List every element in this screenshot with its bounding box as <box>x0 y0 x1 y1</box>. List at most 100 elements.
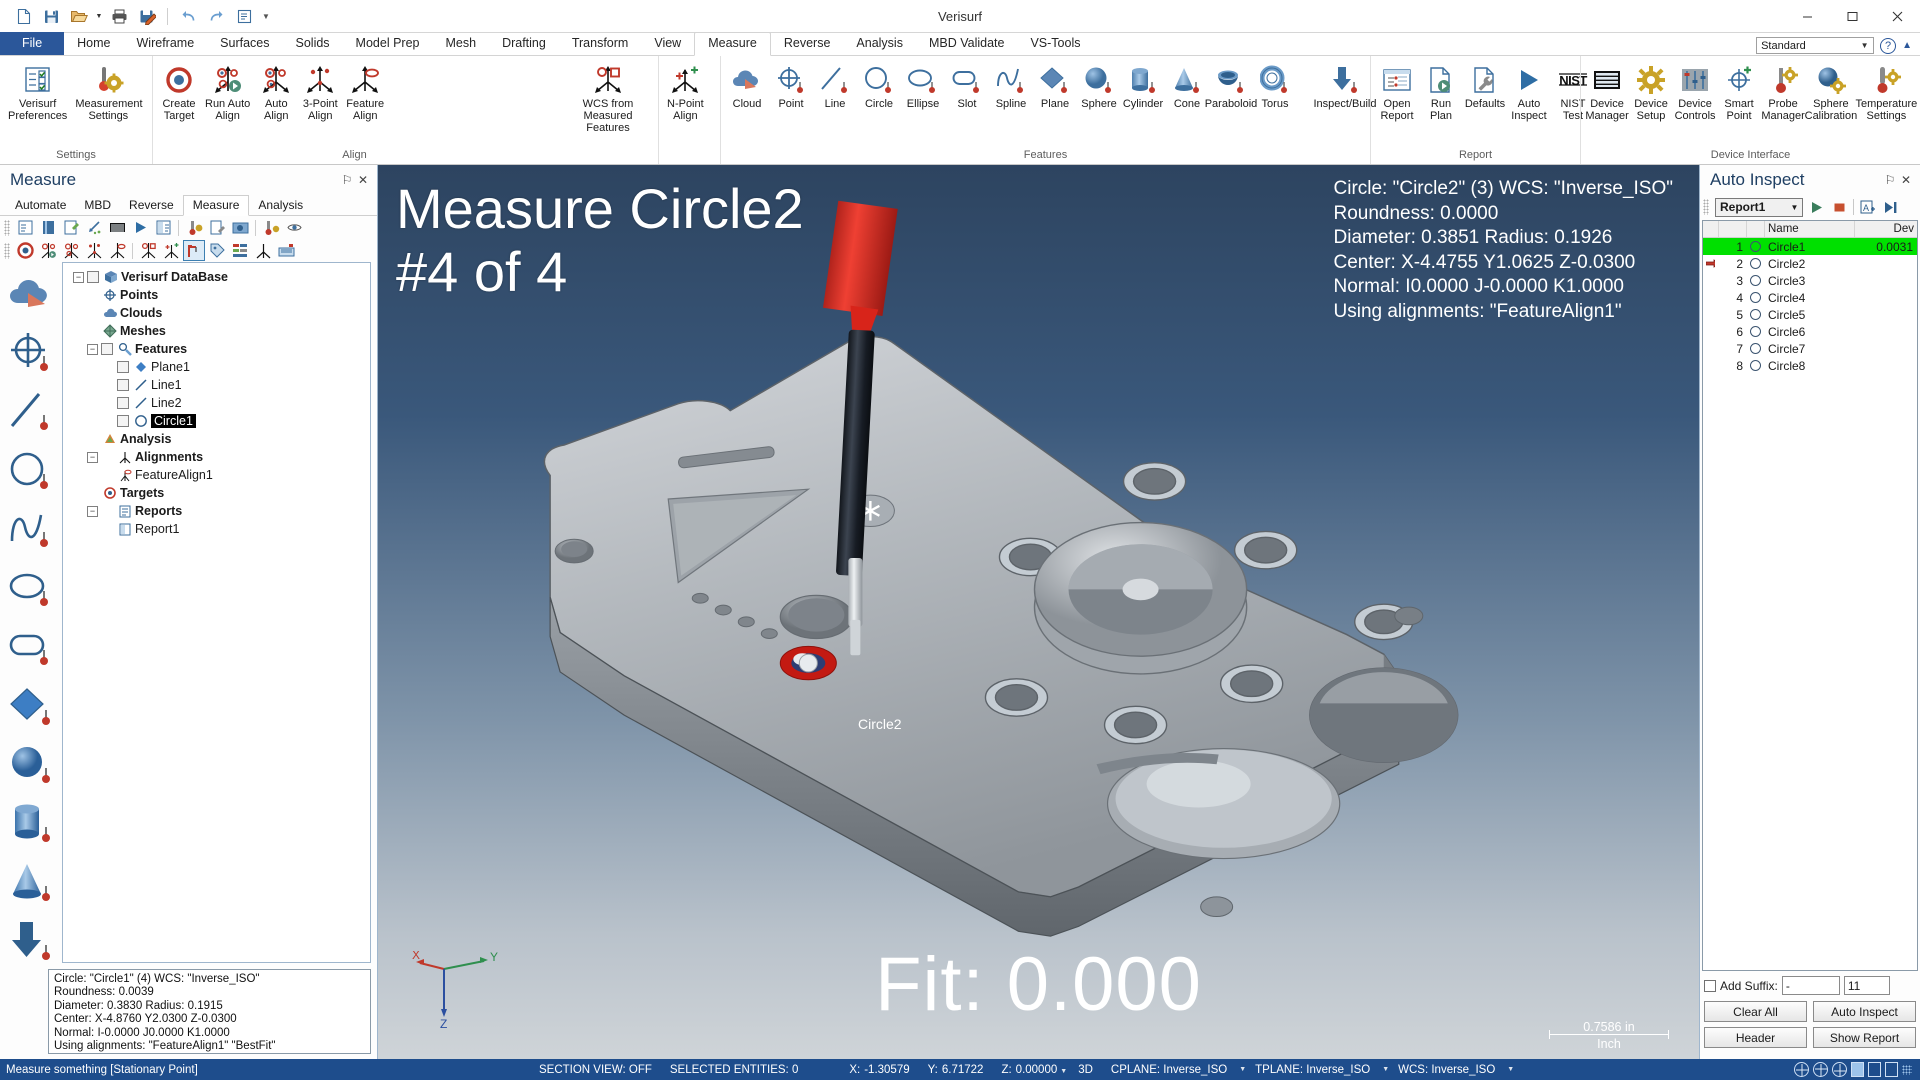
add-suffix-checkbox[interactable] <box>1704 979 1716 992</box>
table-row[interactable]: 6 Circle6 <box>1703 323 1917 340</box>
visibility-checkbox[interactable] <box>87 271 99 283</box>
tag-icon[interactable] <box>206 240 228 261</box>
minimize-button[interactable] <box>1785 0 1830 33</box>
spline-icon[interactable] <box>5 503 57 554</box>
table-row[interactable]: 5 Circle5 <box>1703 306 1917 323</box>
cloud-button[interactable]: Cloud <box>725 60 769 110</box>
target-icon[interactable] <box>14 240 36 261</box>
tree-node-analysis[interactable]: Analysis <box>65 430 370 448</box>
sphere-icon[interactable] <box>5 738 57 789</box>
view-top-icon[interactable] <box>1794 1062 1809 1077</box>
undo-icon[interactable] <box>175 4 201 28</box>
chevron-down-icon[interactable]: ▼ <box>1236 1066 1246 1073</box>
cloud-icon[interactable] <box>5 268 57 319</box>
tab-file[interactable]: File <box>0 32 65 55</box>
line-icon[interactable] <box>5 386 57 437</box>
open-report-button[interactable]: Open Report <box>1375 60 1419 122</box>
eye-icon[interactable] <box>283 217 305 238</box>
run-auto-align-icon[interactable] <box>37 240 59 261</box>
tree-node-circle1[interactable]: Circle1 <box>65 412 370 430</box>
layers-icon[interactable] <box>229 240 251 261</box>
verisurf-preferences-button[interactable]: Verisurf Preferences <box>4 60 71 122</box>
spline-button[interactable]: Spline <box>989 60 1033 110</box>
three-point-align-button[interactable]: 3-Point Align <box>298 60 342 122</box>
clear-all-button[interactable]: Clear All <box>1704 1001 1807 1022</box>
tree-node-plane1[interactable]: Plane1 <box>65 358 370 376</box>
cone-button[interactable]: Cone <box>1165 60 1209 110</box>
toolbar-grip-2[interactable] <box>4 242 10 259</box>
tab-home[interactable]: Home <box>64 33 123 55</box>
feature-align-icon[interactable] <box>106 240 128 261</box>
auto-align-icon[interactable] <box>60 240 82 261</box>
tab-surfaces[interactable]: Surfaces <box>207 33 282 55</box>
3d-viewport[interactable]: Measure Circle2 #4 of 4 Circle: "Circle2… <box>378 165 1699 1059</box>
expander-icon[interactable]: − <box>73 271 84 283</box>
tree-node-points[interactable]: Points <box>65 286 370 304</box>
add-feature-icon[interactable]: A <box>1858 197 1878 217</box>
probe-arm-icon[interactable] <box>183 240 205 261</box>
customize-qat-icon[interactable]: ▼ <box>259 4 273 28</box>
resize-grip-icon[interactable] <box>1902 1064 1912 1075</box>
table-row[interactable]: 1 Circle1 0.0031 <box>1703 238 1917 255</box>
tree-node-database[interactable]: − Verisurf DataBase <box>65 268 370 286</box>
circle-button[interactable]: Circle <box>857 60 901 110</box>
tree-node-alignments[interactable]: − Alignments <box>65 448 370 466</box>
shade-solid-icon[interactable] <box>1851 1062 1864 1077</box>
tab-measure[interactable]: Measure <box>694 32 771 56</box>
device-setup-button[interactable]: Device Setup <box>1629 60 1673 122</box>
pin-icon[interactable]: ⚐ <box>1882 172 1898 188</box>
n-point-align-button[interactable]: N-Point Align <box>663 60 708 122</box>
suffix-input[interactable]: - <box>1781 976 1840 995</box>
tree-node-clouds[interactable]: Clouds <box>65 304 370 322</box>
temperature-settings-button[interactable]: Temperature Settings <box>1856 60 1917 122</box>
tree-node-features[interactable]: − Features <box>65 340 370 358</box>
screenshot-icon[interactable] <box>229 217 251 238</box>
close-icon[interactable]: ✕ <box>355 172 371 188</box>
slot-icon[interactable] <box>5 621 57 672</box>
header-button[interactable]: Header <box>1704 1027 1807 1048</box>
grid-icon[interactable] <box>106 217 128 238</box>
suffix-number-input[interactable]: 11 <box>1843 976 1890 995</box>
run-plan-button[interactable]: Run Plan <box>1419 60 1463 122</box>
paraboloid-button[interactable]: Paraboloid <box>1205 60 1257 110</box>
status-section-view[interactable]: SECTION VIEW: OFF <box>530 1064 661 1076</box>
tab-solids[interactable]: Solids <box>283 33 343 55</box>
subtab-measure[interactable]: Measure <box>182 195 250 216</box>
visibility-checkbox[interactable] <box>117 379 129 391</box>
wcs-from-measured-features-button[interactable]: WCS from Measured Features <box>560 60 656 134</box>
status-tplane[interactable]: TPLANE: Inverse_ISO <box>1246 1064 1379 1076</box>
configuration-combo[interactable]: Standard ▼ <box>1756 37 1875 54</box>
auto-align-button[interactable]: Auto Align <box>254 60 298 122</box>
plane-button[interactable]: Plane <box>1033 60 1077 110</box>
defaults-button[interactable]: Defaults <box>1463 60 1507 110</box>
close-button[interactable] <box>1875 0 1920 33</box>
save-icon[interactable] <box>38 4 64 28</box>
book-icon[interactable] <box>37 217 59 238</box>
plan-edit-icon[interactable] <box>206 217 228 238</box>
view-front-icon[interactable] <box>1813 1062 1828 1077</box>
tab-analysis[interactable]: Analysis <box>843 33 916 55</box>
device-controls-button[interactable]: Device Controls <box>1673 60 1717 122</box>
probe-manager-button[interactable]: Probe Manager <box>1761 60 1805 122</box>
model-tree[interactable]: − Verisurf DataBase Points Clouds Meshes… <box>62 262 371 963</box>
table-row[interactable]: 8 Circle8 <box>1703 357 1917 374</box>
ellipse-icon[interactable] <box>5 562 57 613</box>
list-icon[interactable] <box>14 217 36 238</box>
report-select[interactable]: Report1 ▼ <box>1715 197 1803 217</box>
open-dropdown-icon[interactable]: ▼ <box>94 4 104 28</box>
auto-inspect-button[interactable]: Auto Inspect <box>1813 1001 1916 1022</box>
tab-vs-tools[interactable]: VS-Tools <box>1017 33 1093 55</box>
visibility-checkbox[interactable] <box>117 415 129 427</box>
device-manager-button[interactable]: Device Manager <box>1585 60 1629 122</box>
table-row[interactable]: 2 Circle2 <box>1703 255 1917 272</box>
tree-node-meshes[interactable]: Meshes <box>65 322 370 340</box>
tree-node-line2[interactable]: Line2 <box>65 394 370 412</box>
tree-node-featurealign1[interactable]: FeatureAlign1 <box>65 466 370 484</box>
line-button[interactable]: Line <box>813 60 857 110</box>
tab-transform[interactable]: Transform <box>559 33 642 55</box>
maximize-button[interactable] <box>1830 0 1875 33</box>
properties-icon[interactable] <box>231 4 257 28</box>
skip-icon[interactable] <box>1881 197 1901 217</box>
sphere-calibration-button[interactable]: Sphere Calibration <box>1805 60 1857 122</box>
point-button[interactable]: Point <box>769 60 813 110</box>
